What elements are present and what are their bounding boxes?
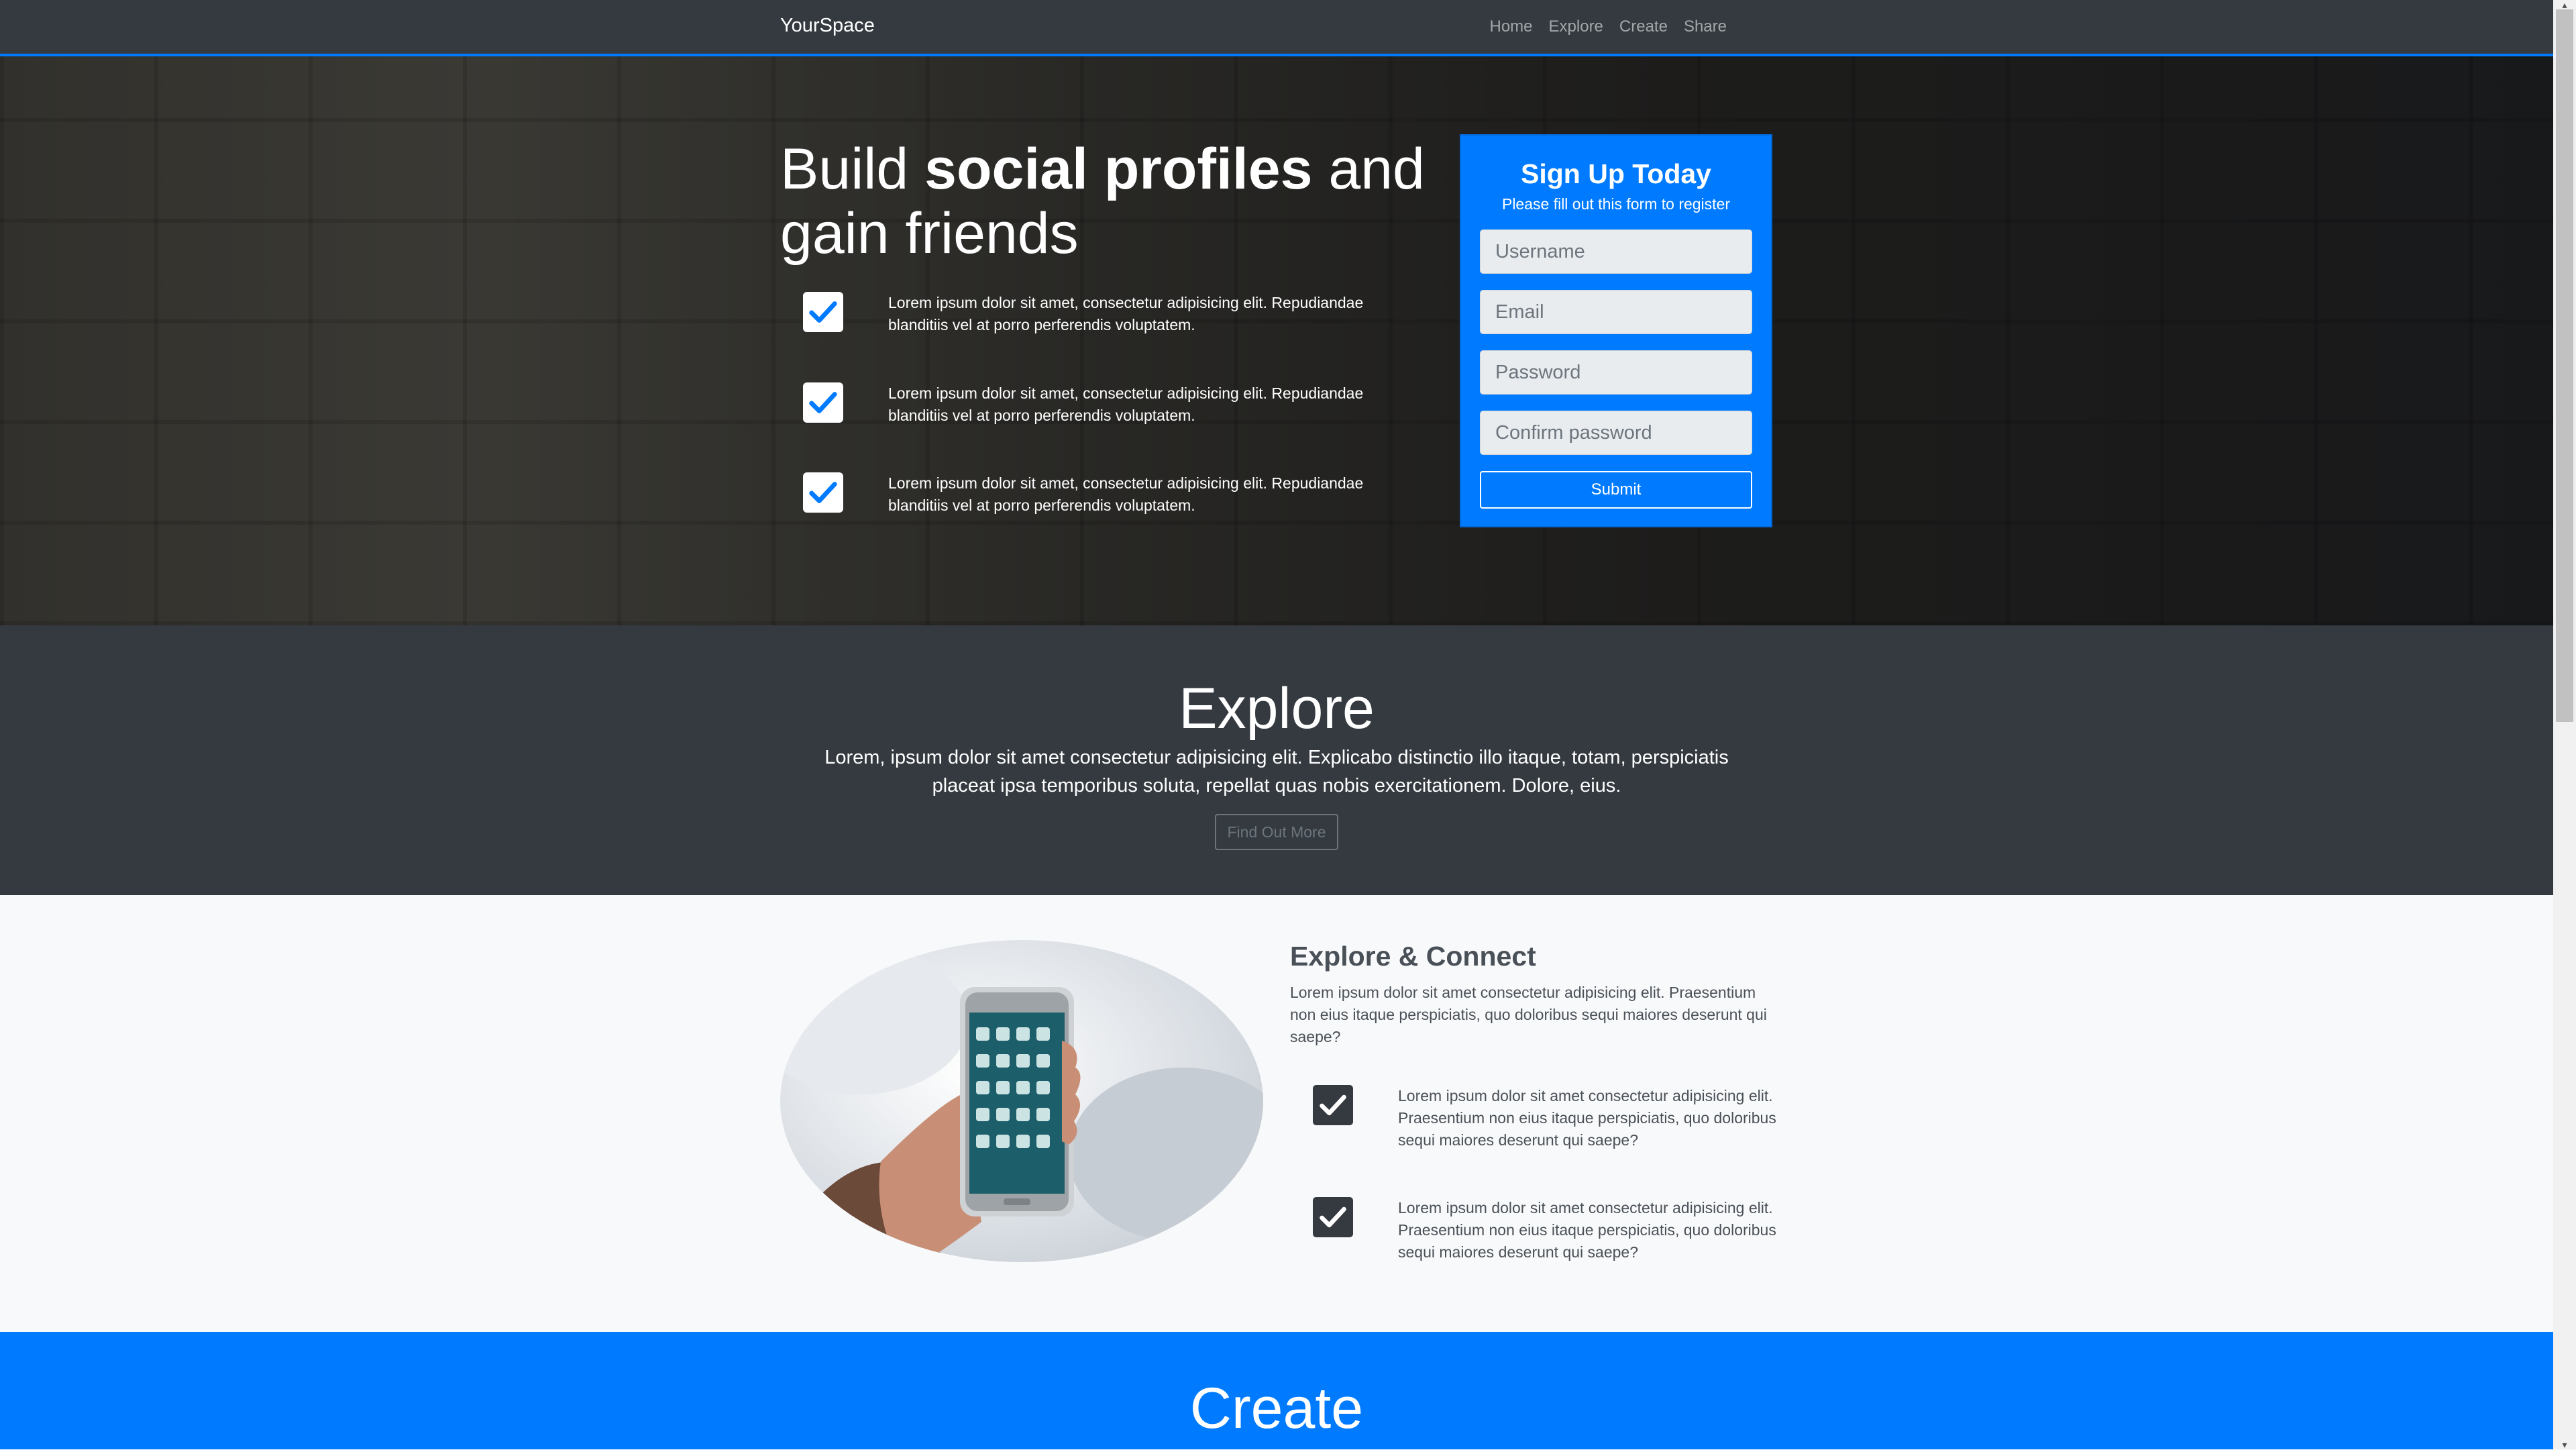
phone-image xyxy=(780,940,1263,1262)
nav-link-explore[interactable]: Explore xyxy=(1549,17,1603,36)
hero-title: Build social profiles and gain friends xyxy=(780,137,1425,266)
explore-section: Explore Lorem, ipsum dolor sit amet cons… xyxy=(0,625,2553,895)
connect-section: Explore & Connect Lorem ipsum dolor sit … xyxy=(0,895,2553,1332)
username-field[interactable] xyxy=(1480,229,1752,274)
check-icon xyxy=(803,292,843,332)
page: YourSpace Home Explore Create Share Buil… xyxy=(0,0,2553,1449)
password-field[interactable] xyxy=(1480,350,1752,395)
nav-link-share[interactable]: Share xyxy=(1684,17,1727,36)
confirm-password-field[interactable] xyxy=(1480,411,1752,455)
check-square-icon xyxy=(1313,1085,1353,1125)
hero-feature-text: Lorem ipsum dolor sit amet, consectetur … xyxy=(888,384,1364,424)
hero-feature-text: Lorem ipsum dolor sit amet, consectetur … xyxy=(888,474,1364,514)
signup-subtitle: Please fill out this form to register xyxy=(1501,195,1731,213)
nav-links: Home Explore Create Share xyxy=(1490,17,1727,36)
create-heading: Create xyxy=(1189,1376,1364,1441)
signup-card: Sign Up Today Please fill out this form … xyxy=(1460,134,1772,527)
connect-item-text: Lorem ipsum dolor sit amet consectetur a… xyxy=(1398,1087,1776,1149)
scrollbar-thumb[interactable] xyxy=(2556,9,2573,722)
explore-heading: Explore xyxy=(1179,676,1375,741)
scroll-up-arrow-icon[interactable]: ▴ xyxy=(2553,0,2576,9)
check-square-icon xyxy=(1313,1197,1353,1237)
scroll-down-arrow-icon[interactable]: ▾ xyxy=(2553,1440,2576,1449)
nav-link-home[interactable]: Home xyxy=(1490,17,1533,36)
signup-title: Sign Up Today xyxy=(1521,158,1711,189)
scrollbar[interactable]: ▴ ▾ xyxy=(2553,0,2576,1449)
connect-lead: Lorem ipsum dolor sit amet consectetur a… xyxy=(1290,984,1767,1045)
explore-text: Lorem, ipsum dolor sit amet consectetur … xyxy=(824,747,1729,796)
navbar: YourSpace Home Explore Create Share xyxy=(0,0,2553,56)
check-icon xyxy=(803,382,843,423)
hero-section: Build social profiles and gain friends L… xyxy=(0,56,2553,625)
check-icon xyxy=(803,472,843,513)
hero-feature-text: Lorem ipsum dolor sit amet, consectetur … xyxy=(888,294,1364,333)
connect-item-text: Lorem ipsum dolor sit amet consectetur a… xyxy=(1398,1199,1776,1261)
submit-button[interactable]: Submit xyxy=(1480,471,1752,509)
email-field[interactable] xyxy=(1480,290,1752,334)
create-section: Create xyxy=(0,1332,2553,1449)
brand-logo[interactable]: YourSpace xyxy=(780,15,875,37)
nav-link-create[interactable]: Create xyxy=(1619,17,1668,36)
find-out-more-button[interactable]: Find Out More xyxy=(1215,814,1338,850)
connect-heading: Explore & Connect xyxy=(1290,941,1536,972)
